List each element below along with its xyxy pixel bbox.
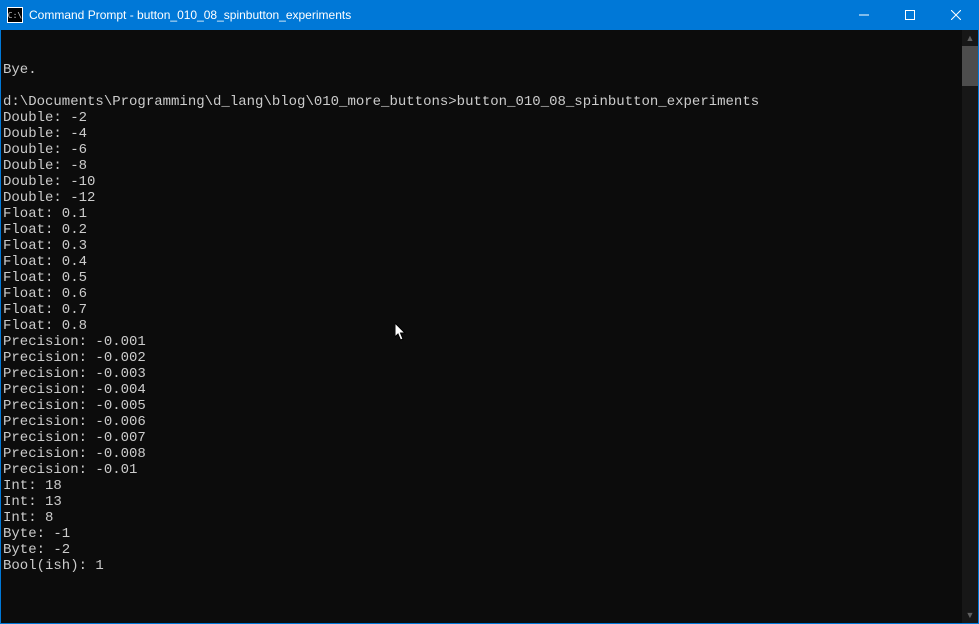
minimize-button[interactable] [841, 0, 887, 30]
terminal-line: Precision: -0.008 [3, 446, 962, 462]
terminal-line [3, 78, 962, 94]
content-wrapper: Bye. d:\Documents\Programming\d_lang\blo… [0, 30, 979, 624]
terminal-line: Double: -12 [3, 190, 962, 206]
terminal-line: Double: -10 [3, 174, 962, 190]
titlebar[interactable]: C:\ Command Prompt - button_010_08_spinb… [0, 0, 979, 30]
scroll-up-arrow-icon[interactable]: ▲ [962, 30, 978, 46]
window-title: Command Prompt - button_010_08_spinbutto… [29, 8, 841, 22]
terminal-line: Int: 18 [3, 478, 962, 494]
terminal-line: Byte: -1 [3, 526, 962, 542]
vertical-scrollbar[interactable]: ▲ ▼ [962, 30, 978, 623]
close-button[interactable] [933, 0, 979, 30]
terminal-line: Float: 0.8 [3, 318, 962, 334]
window-frame: C:\ Command Prompt - button_010_08_spinb… [0, 0, 979, 624]
terminal-line: Precision: -0.01 [3, 462, 962, 478]
terminal-line: Float: 0.4 [3, 254, 962, 270]
terminal-line: Byte: -2 [3, 542, 962, 558]
terminal-line: Int: 8 [3, 510, 962, 526]
terminal-output[interactable]: Bye. d:\Documents\Programming\d_lang\blo… [1, 30, 962, 623]
terminal-line: Precision: -0.001 [3, 334, 962, 350]
scroll-down-arrow-icon[interactable]: ▼ [962, 607, 978, 623]
terminal-line: Bool(ish): 1 [3, 558, 962, 574]
terminal-line: Double: -4 [3, 126, 962, 142]
terminal-line: Double: -8 [3, 158, 962, 174]
terminal-line: Precision: -0.005 [3, 398, 962, 414]
maximize-button[interactable] [887, 0, 933, 30]
app-icon: C:\ [7, 7, 23, 23]
terminal-line: Precision: -0.002 [3, 350, 962, 366]
terminal-line: Float: 0.1 [3, 206, 962, 222]
terminal-line: Precision: -0.007 [3, 430, 962, 446]
terminal-line: Precision: -0.006 [3, 414, 962, 430]
terminal-line: Double: -2 [3, 110, 962, 126]
terminal-line: Double: -6 [3, 142, 962, 158]
terminal-line: Float: 0.6 [3, 286, 962, 302]
terminal-line: Bye. [3, 62, 962, 78]
app-icon-label: C:\ [8, 11, 22, 20]
terminal-line: Int: 13 [3, 494, 962, 510]
terminal-line: Float: 0.7 [3, 302, 962, 318]
terminal-line: Precision: -0.003 [3, 366, 962, 382]
terminal-line: Float: 0.3 [3, 238, 962, 254]
terminal-line: Float: 0.5 [3, 270, 962, 286]
terminal-line: Precision: -0.004 [3, 382, 962, 398]
window-controls [841, 0, 979, 30]
scrollbar-thumb[interactable] [962, 46, 978, 86]
terminal-line: Float: 0.2 [3, 222, 962, 238]
terminal-line: d:\Documents\Programming\d_lang\blog\010… [3, 94, 962, 110]
